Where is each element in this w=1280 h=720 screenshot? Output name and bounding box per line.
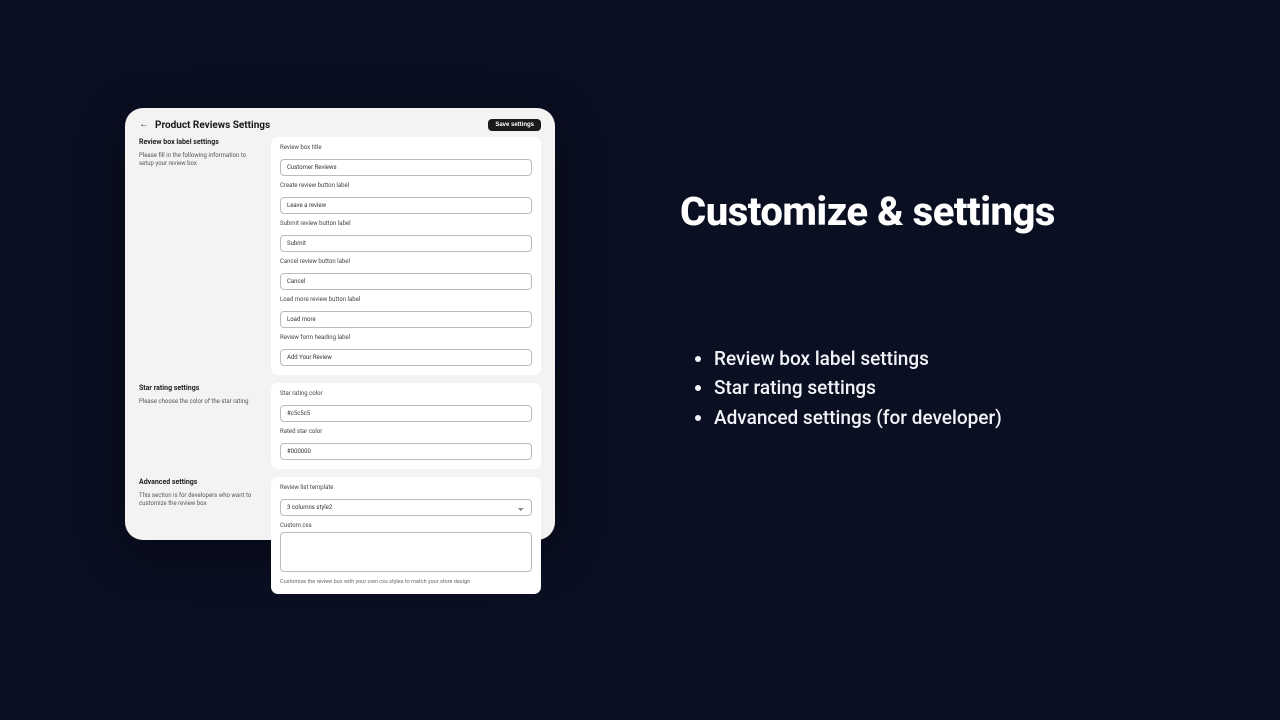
field-label: Cancel review button label: [280, 258, 532, 265]
field-help-note: Customize the review box with your own c…: [280, 579, 532, 585]
submit-review-button-label-input[interactable]: [280, 235, 532, 252]
review-list-template-select[interactable]: 3 columns style2: [280, 499, 532, 516]
section-heading: Advanced settings: [139, 478, 261, 486]
load-more-button-label-input[interactable]: [280, 311, 532, 328]
panel-header: ← Product Reviews Settings Save settings: [139, 119, 541, 131]
list-item: Star rating settings: [714, 373, 1200, 402]
list-item: Advanced settings (for developer): [714, 403, 1200, 432]
section-help-text: Please choose the color of the star rati…: [139, 398, 261, 406]
section-card: Review box title Create review button la…: [271, 137, 541, 375]
custom-css-textarea[interactable]: [280, 532, 532, 572]
section-sidebar: Advanced settings This section is for de…: [139, 477, 261, 594]
field-label: Load more review button label: [280, 296, 532, 303]
panel-title: Product Reviews Settings: [155, 120, 482, 131]
section-sidebar: Review box label settings Please fill in…: [139, 137, 261, 375]
promo-title: Customize & settings: [680, 190, 1200, 234]
list-item: Review box label settings: [714, 344, 1200, 373]
star-rating-color-input[interactable]: [280, 405, 532, 422]
section-advanced: Advanced settings This section is for de…: [139, 477, 541, 594]
field-label: Submit review button label: [280, 220, 532, 227]
field-label: Review box title: [280, 144, 532, 151]
field-label: Star rating color: [280, 390, 532, 397]
field-label: Rated star color: [280, 428, 532, 435]
section-help-text: This section is for developers who want …: [139, 492, 261, 508]
section-help-text: Please fill in the following information…: [139, 152, 261, 168]
field-label: Create review button label: [280, 182, 532, 189]
section-review-box: Review box label settings Please fill in…: [139, 137, 541, 375]
section-heading: Star rating settings: [139, 384, 261, 392]
section-card: Star rating color Rated star color: [271, 383, 541, 469]
section-sidebar: Star rating settings Please choose the c…: [139, 383, 261, 469]
settings-panel: ← Product Reviews Settings Save settings…: [125, 108, 555, 540]
review-box-title-input[interactable]: [280, 159, 532, 176]
rated-star-color-input[interactable]: [280, 443, 532, 460]
section-star-rating: Star rating settings Please choose the c…: [139, 383, 541, 469]
back-arrow-icon[interactable]: ←: [139, 120, 149, 130]
cancel-review-button-label-input[interactable]: [280, 273, 532, 290]
field-label: Custom css: [280, 522, 532, 529]
create-review-button-label-input[interactable]: [280, 197, 532, 214]
field-label: Review form heading label: [280, 334, 532, 341]
section-card: Review list template 3 columns style2 Cu…: [271, 477, 541, 594]
section-heading: Review box label settings: [139, 138, 261, 146]
promo-feature-list: Review box label settings Star rating se…: [680, 344, 1200, 432]
field-label: Review list template: [280, 484, 532, 491]
review-form-heading-input[interactable]: [280, 349, 532, 366]
save-settings-button[interactable]: Save settings: [488, 119, 541, 131]
promo-block: Customize & settings Review box label se…: [680, 190, 1200, 432]
